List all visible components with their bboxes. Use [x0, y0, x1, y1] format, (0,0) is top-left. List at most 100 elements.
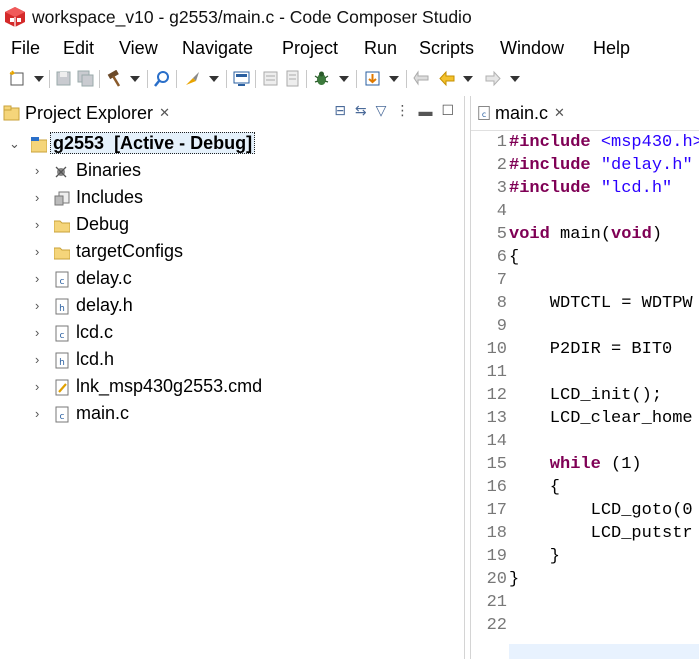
menu-view[interactable]: View [119, 38, 158, 59]
tab-label: Project Explorer [25, 102, 154, 123]
ccs-app-icon [5, 7, 25, 27]
build-hammer-icon[interactable] [106, 70, 123, 87]
menu-help[interactable]: Help [593, 38, 630, 59]
code-line: LCD_clear_home [509, 409, 693, 428]
chevron-right-icon[interactable]: › [35, 271, 39, 286]
tree-row-delay-h[interactable]: › h delay.h [0, 293, 464, 320]
link-with-editor-icon[interactable]: ⇆ [355, 102, 367, 119]
close-icon[interactable]: ✕ [159, 105, 170, 121]
chevron-right-icon[interactable]: › [35, 217, 39, 232]
menu-file[interactable]: File [11, 38, 40, 59]
tree-row-lcd-h[interactable]: › h lcd.h [0, 347, 464, 374]
svg-text:h: h [59, 304, 65, 314]
chevron-right-icon[interactable]: › [35, 163, 39, 178]
project-explorer-icon [3, 105, 20, 120]
console-icon[interactable] [233, 70, 250, 87]
code-string: <msp430.h> [590, 133, 699, 152]
line-number: 6 [496, 248, 507, 267]
current-line-highlight [509, 644, 699, 659]
menu-project[interactable]: Project [282, 38, 338, 59]
menu-scripts[interactable]: Scripts [419, 38, 474, 59]
line-number: 5 [496, 225, 507, 244]
chevron-right-icon[interactable]: › [35, 298, 39, 313]
line-number: 14 [486, 432, 507, 451]
code-string: "lcd.h" [590, 179, 673, 198]
back-dropdown-icon[interactable] [463, 76, 473, 82]
code-text: (1) [600, 455, 642, 474]
menu-navigate[interactable]: Navigate [182, 38, 253, 59]
title-bar: workspace_v10 - g2553/main.c - Code Comp… [0, 0, 699, 35]
tree-row-main-c[interactable]: › c main.c [0, 401, 464, 428]
maximize-icon[interactable]: ☐ [441, 102, 454, 119]
tab-project-explorer[interactable]: Project Explorer ✕ [3, 99, 170, 127]
c-file-icon: c [478, 106, 490, 120]
debug-bug-icon[interactable] [313, 70, 330, 87]
memory-icon[interactable] [262, 70, 279, 87]
new-dropdown-icon[interactable] [34, 76, 44, 82]
code-text: LCD_clear_home [509, 409, 693, 428]
download-dropdown-icon[interactable] [389, 76, 399, 82]
main-toolbar [0, 64, 699, 94]
line-number: 10 [486, 340, 507, 359]
svg-text:c: c [60, 277, 65, 287]
tree-row-targetconfigs[interactable]: › targetConfigs [0, 239, 464, 266]
forward-dropdown-icon[interactable] [510, 76, 520, 82]
chevron-down-icon[interactable]: ⌄ [9, 136, 20, 152]
line-number: 9 [496, 317, 507, 336]
save-icon[interactable] [55, 70, 72, 87]
line-number: 16 [486, 478, 507, 497]
save-all-icon[interactable] [77, 70, 94, 87]
svg-text:h: h [59, 358, 65, 368]
line-number: 4 [496, 202, 507, 221]
tree-item-label: lcd.c [76, 322, 114, 342]
flash-icon[interactable] [184, 70, 201, 87]
tree-row-includes[interactable]: › Includes [0, 185, 464, 212]
chevron-right-icon[interactable]: › [35, 325, 39, 340]
cmd-file-icon [55, 379, 69, 396]
tree-row-delay-c[interactable]: › c delay.c [0, 266, 464, 293]
search-icon[interactable] [154, 70, 171, 87]
tree-row-binaries[interactable]: › Binaries [0, 158, 464, 185]
tree-row-project-root[interactable]: ⌄ g2553 [Active - Debug] [0, 131, 464, 158]
tree-row-lcd-c[interactable]: › c lcd.c [0, 320, 464, 347]
line-number: 19 [486, 547, 507, 566]
line-number: 11 [486, 363, 507, 382]
collapse-all-icon[interactable]: ⊟ [334, 102, 346, 119]
menu-run[interactable]: Run [364, 38, 397, 59]
chevron-right-icon[interactable]: › [35, 244, 39, 259]
binaries-icon [55, 166, 67, 178]
chevron-right-icon[interactable]: › [35, 190, 39, 205]
project-folder-icon [31, 137, 47, 153]
minimize-icon[interactable]: ▬ [418, 103, 432, 119]
menu-window[interactable]: Window [500, 38, 564, 59]
menu-edit[interactable]: Edit [63, 38, 94, 59]
build-dropdown-icon[interactable] [130, 76, 140, 82]
tab-main-c[interactable]: c main.c ✕ [471, 96, 699, 131]
code-text: WDTCTL = WDTPW [509, 294, 693, 313]
tree-item-label: Debug [76, 214, 130, 234]
svg-text:c: c [60, 412, 65, 422]
last-edit-location-icon[interactable] [413, 70, 430, 87]
debug-dropdown-icon[interactable] [339, 76, 349, 82]
chevron-right-icon[interactable]: › [35, 379, 39, 394]
view-menu-icon[interactable]: ⋮ [395, 102, 409, 119]
forward-arrow-icon[interactable] [484, 70, 501, 87]
registers-icon[interactable] [284, 70, 301, 87]
filter-icon[interactable]: ▽ [376, 102, 387, 119]
close-icon[interactable]: ✕ [554, 105, 565, 121]
tree-row-debug[interactable]: › Debug [0, 212, 464, 239]
folder-icon [54, 247, 70, 260]
flash-dropdown-icon[interactable] [209, 76, 219, 82]
new-icon[interactable] [9, 70, 26, 87]
chevron-right-icon[interactable]: › [35, 352, 39, 367]
code-keyword: #include [509, 133, 591, 152]
code-text: LCD_init(); [509, 386, 663, 405]
download-icon[interactable] [364, 70, 381, 87]
back-arrow-icon[interactable] [439, 70, 456, 87]
chevron-right-icon[interactable]: › [35, 406, 39, 421]
code-text: P2DIR = BIT0 [509, 340, 673, 359]
tree-row-lnk-cmd[interactable]: › lnk_msp430g2553.cmd [0, 374, 464, 401]
code-editor[interactable]: #include <msp430.h> #include "delay.h" #in… [509, 131, 699, 659]
code-text: LCD_putstr [509, 524, 693, 543]
project-explorer-pane: Project Explorer ✕ ⊟ ⇆ ▽ ⋮ ▬ ☐ ⌄ g2553 [… [0, 96, 465, 659]
